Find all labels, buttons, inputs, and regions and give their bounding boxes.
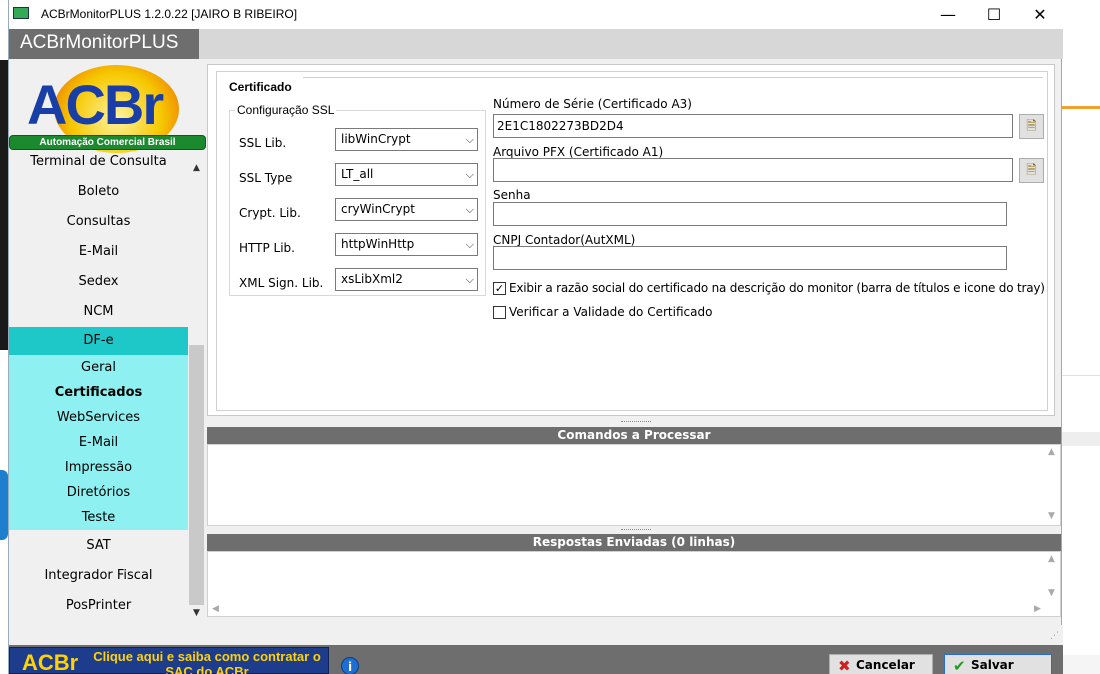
document-icon: 🗎 xyxy=(1026,119,1037,134)
app-header: ACBrMonitorPLUS xyxy=(9,29,1063,59)
exibir-razao-label: Exibir a razão social do certificado na … xyxy=(509,281,1045,295)
respostas-header: Respostas Enviadas (0 linhas) xyxy=(207,534,1061,551)
sidebar-menu: Terminal de Consulta Boleto Consultas E-… xyxy=(9,155,188,625)
main-window: ACBrMonitorPLUS 1.2.0.22 [JAIRO B RIBEIR… xyxy=(8,0,1063,674)
app-name: ACBrMonitorPLUS xyxy=(9,29,199,59)
password-field[interactable] xyxy=(493,202,1007,226)
scroll-down-icon[interactable]: ▼ xyxy=(189,608,204,622)
ssl-config-group: Configuração SSL SSL Lib. libWinCrypt ⌵ … xyxy=(229,103,486,296)
xml-sign-lib-select[interactable]: xsLibXml2 ⌵ xyxy=(335,268,478,291)
resize-grip-icon[interactable]: ⋰ xyxy=(1050,631,1059,641)
http-lib-label: HTTP Lib. xyxy=(239,241,295,255)
comandos-header: Comandos a Processar xyxy=(207,427,1061,444)
sidebar-subitem-diretorios[interactable]: Diretórios xyxy=(9,480,188,505)
certificado-panel: Certificado Configuração SSL SSL Lib. li… xyxy=(207,64,1055,416)
sidebar-item-posprinter[interactable]: PosPrinter xyxy=(9,592,188,620)
chevron-down-icon: ⌵ xyxy=(465,203,474,216)
crypt-lib-label: Crypt. Lib. xyxy=(239,206,301,220)
sidebar-subitem-certificados[interactable]: Certificados xyxy=(9,380,188,405)
http-lib-select[interactable]: httpWinHttp ⌵ xyxy=(335,233,478,256)
sidebar-scrollbar[interactable]: ▲ ▼ xyxy=(189,155,204,625)
sidebar-subitem-impressao[interactable]: Impressão xyxy=(9,455,188,480)
app-icon xyxy=(13,7,29,19)
title-bar: ACBrMonitorPLUS 1.2.0.22 [JAIRO B RIBEIR… xyxy=(9,0,1063,29)
bottom-bar: ACBr Clique aqui e saiba como contratar … xyxy=(9,625,1063,674)
sidebar-item-ncm[interactable]: NCM xyxy=(9,298,188,326)
desktop-background-right xyxy=(1062,0,1100,674)
sidebar-subitem-email[interactable]: E-Mail xyxy=(9,430,188,455)
ssl-lib-label: SSL Lib. xyxy=(239,136,287,150)
banner-logo: ACBr xyxy=(22,650,79,674)
browse-pfx-button[interactable]: 🗎 xyxy=(1019,158,1044,183)
ssl-type-select[interactable]: LT_all ⌵ xyxy=(335,163,478,186)
serial-number-label: Número de Série (Certificado A3) xyxy=(493,97,692,111)
logo-text-br: Br xyxy=(103,73,164,136)
logo-tagline: Automação Comercial Brasil xyxy=(9,135,206,150)
verificar-validade-label: Verificar a Validade do Certificado xyxy=(509,305,713,319)
cnpj-contador-label: CNPJ Contador(AutXML) xyxy=(493,233,636,247)
sidebar-item-terminal-de-consulta[interactable]: Terminal de Consulta xyxy=(9,155,188,176)
splitter-grip-2[interactable] xyxy=(621,529,651,532)
ssl-lib-select[interactable]: libWinCrypt ⌵ xyxy=(335,128,478,151)
minimize-button[interactable]: — xyxy=(925,0,971,29)
splitter-grip[interactable] xyxy=(621,421,651,424)
sidebar-item-consultas[interactable]: Consultas xyxy=(9,208,188,236)
acbr-logo: ACBr Automação Comercial Brasil xyxy=(9,59,206,155)
cancel-button[interactable]: ✖ Cancelar xyxy=(829,654,933,674)
sidebar-scroll-thumb[interactable] xyxy=(189,345,204,605)
check-icon: ✔ xyxy=(953,657,966,674)
sidebar-item-dfe[interactable]: DF-e xyxy=(9,327,188,355)
cnpj-contador-field[interactable] xyxy=(493,246,1007,270)
sidebar-subitem-teste[interactable]: Teste xyxy=(9,505,188,530)
banner-text: Clique aqui e saiba como contratar o SAC… xyxy=(93,649,321,674)
logo-text-ac: AC xyxy=(27,73,106,136)
pfx-file-field[interactable] xyxy=(493,158,1013,182)
comandos-textarea[interactable]: ▲ ▼ xyxy=(207,444,1061,526)
desktop-background-left xyxy=(0,0,8,674)
select-certificate-button[interactable]: 🗎 xyxy=(1019,114,1044,139)
window-title: ACBrMonitorPLUS 1.2.0.22 [JAIRO B RIBEIR… xyxy=(41,7,298,21)
certificado-section-title: Certificado xyxy=(227,80,294,94)
exibir-razao-checkbox[interactable]: ✓ xyxy=(493,282,506,295)
cancel-icon: ✖ xyxy=(838,657,851,674)
scroll-left-icon[interactable]: ◀ xyxy=(212,604,219,614)
sidebar-subitem-geral[interactable]: Geral xyxy=(9,355,188,380)
ssl-type-label: SSL Type xyxy=(239,171,293,185)
sac-banner[interactable]: ACBr Clique aqui e saiba como contratar … xyxy=(9,647,329,674)
sidebar-item-sedex[interactable]: Sedex xyxy=(9,268,188,296)
sidebar-item-boleto[interactable]: Boleto xyxy=(9,178,188,206)
document-icon: 🗎 xyxy=(1026,163,1037,178)
xml-sign-lib-label: XML Sign. Lib. xyxy=(239,276,324,290)
scroll-up-icon[interactable]: ▲ xyxy=(189,163,204,177)
respostas-textarea[interactable]: ▲ ▼ ◀ ▶ xyxy=(207,551,1061,617)
info-icon[interactable]: i xyxy=(341,657,359,674)
maximize-button[interactable]: ☐ xyxy=(971,0,1017,29)
sidebar-item-sat[interactable]: SAT xyxy=(9,532,188,560)
chevron-down-icon: ⌵ xyxy=(465,168,474,181)
pfx-file-label: Arquivo PFX (Certificado A1) xyxy=(493,145,664,159)
chevron-down-icon: ⌵ xyxy=(465,238,474,251)
verificar-validade-checkbox[interactable] xyxy=(493,306,506,319)
chevron-down-icon: ⌵ xyxy=(465,273,474,286)
password-label: Senha xyxy=(493,188,531,202)
close-button[interactable]: ✕ xyxy=(1017,0,1063,29)
sidebar-item-integrador-fiscal[interactable]: Integrador Fiscal xyxy=(9,562,188,590)
sidebar-subitem-webservices[interactable]: WebServices xyxy=(9,405,188,430)
respostas-scrollbar[interactable]: ▲ ▼ xyxy=(1045,552,1060,616)
sidebar: ACBr Automação Comercial Brasil Terminal… xyxy=(9,59,206,625)
crypt-lib-select[interactable]: cryWinCrypt ⌵ xyxy=(335,198,478,221)
chevron-down-icon: ⌵ xyxy=(465,133,474,146)
sidebar-item-email[interactable]: E-Mail xyxy=(9,238,188,266)
comandos-scrollbar[interactable]: ▲ ▼ xyxy=(1045,445,1060,525)
scroll-right-icon[interactable]: ▶ xyxy=(1034,604,1041,614)
serial-number-field[interactable]: 2E1C1802273BD2D4 xyxy=(493,114,1013,138)
ssl-group-title: Configuração SSL xyxy=(235,103,337,117)
save-button[interactable]: ✔ Salvar xyxy=(944,654,1052,674)
